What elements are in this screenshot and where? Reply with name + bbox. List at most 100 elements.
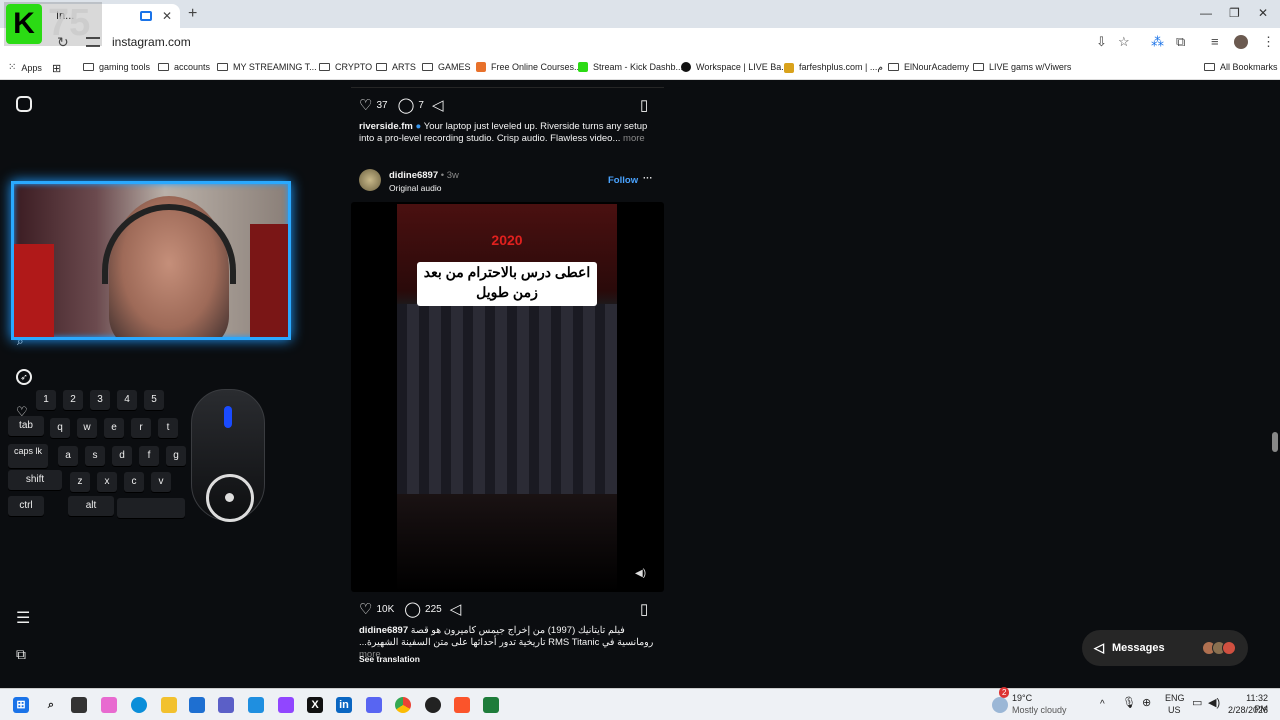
- also-from-meta-icon[interactable]: ⧉: [16, 646, 26, 663]
- microphone-icon[interactable]: 🎙: [1122, 698, 1136, 709]
- chrome-icon[interactable]: [395, 697, 411, 713]
- video-fade: [397, 494, 617, 592]
- bookmark-folder[interactable]: gaming tools: [83, 62, 150, 72]
- comment-icon[interactable]: ◯: [398, 96, 415, 114]
- teams-icon[interactable]: [218, 697, 234, 713]
- more-link[interactable]: more: [623, 133, 645, 144]
- file-explorer-icon[interactable]: [161, 697, 177, 713]
- minimize-button[interactable]: —: [1200, 6, 1212, 20]
- outlook-icon[interactable]: [248, 697, 264, 713]
- weather-icon[interactable]: [992, 697, 1008, 713]
- volume-icon[interactable]: ◀): [1208, 698, 1220, 709]
- keyboard-overlay: 1 2 3 4 5 tab q w e r t caps lk a s d f …: [0, 388, 200, 528]
- save-bookmark-icon[interactable]: ▯: [640, 600, 652, 618]
- audio-mute-icon[interactable]: ◀): [635, 568, 646, 579]
- bookmark-folder[interactable]: accounts: [158, 62, 210, 72]
- extensions-puzzle-icon[interactable]: ⧉: [1176, 34, 1185, 50]
- menu-kebab-icon[interactable]: ⋮: [1262, 34, 1275, 50]
- discord-icon[interactable]: [366, 697, 382, 713]
- bookmark-site[interactable]: Stream - Kick Dashb...: [578, 62, 683, 72]
- video-title: اعطى درس بالاحترام من بعد زمن طويل: [417, 262, 597, 306]
- reel-video[interactable]: 2020 اعطى درس بالاحترام من بعد زمن طويل …: [351, 202, 664, 592]
- audio-label[interactable]: Original audio: [389, 182, 441, 194]
- bookmark-folder[interactable]: GAMES: [422, 62, 471, 72]
- bookmark-star-icon[interactable]: ☆: [1118, 34, 1130, 50]
- caption-username[interactable]: riverside.fm: [359, 121, 413, 132]
- tab-groups-icon[interactable]: ⊞: [52, 62, 61, 75]
- scrollbar-thumb[interactable]: [1272, 432, 1278, 452]
- address-bar[interactable]: instagram.com: [78, 31, 1138, 53]
- explore-icon[interactable]: ➶: [16, 369, 32, 385]
- see-translation-link[interactable]: See translation: [359, 653, 420, 665]
- favicon-icon: [784, 62, 794, 73]
- close-tab-icon[interactable]: ✕: [162, 9, 172, 23]
- key: tab: [8, 416, 44, 436]
- background-red: [14, 244, 54, 337]
- show-hidden-icons-icon[interactable]: ^: [1100, 699, 1105, 710]
- media-control-icon[interactable]: ≡: [1211, 34, 1219, 49]
- display-icon[interactable]: ▭: [1192, 698, 1202, 709]
- key: e: [104, 418, 124, 438]
- x-icon[interactable]: X: [307, 697, 323, 713]
- post-username[interactable]: didine6897: [389, 170, 438, 181]
- instagram-logo-icon[interactable]: [16, 96, 32, 112]
- caption-username[interactable]: didine6897: [359, 625, 408, 636]
- key: 4: [117, 390, 137, 410]
- key: v: [151, 472, 171, 492]
- bookmark-folder[interactable]: CRYPTO: [319, 62, 372, 72]
- key: f: [139, 446, 159, 466]
- brave-icon[interactable]: [454, 697, 470, 713]
- apps-grid-icon: ⁙: [8, 62, 17, 73]
- avatar[interactable]: [359, 169, 381, 191]
- comment-icon[interactable]: ◯: [404, 600, 421, 618]
- key: 2: [63, 390, 83, 410]
- like-heart-icon[interactable]: ♡: [359, 600, 372, 618]
- tab-media-icon[interactable]: [139, 11, 152, 21]
- bookmark-folder[interactable]: MY STREAMING T...: [217, 62, 317, 72]
- tiktok-favicon-icon: [681, 62, 691, 72]
- install-app-icon[interactable]: ⇩: [1096, 34, 1107, 50]
- profile-avatar[interactable]: [1234, 35, 1248, 49]
- like-count: 37: [376, 99, 388, 111]
- bookmark-folder[interactable]: LIVE gams w/Viwers: [973, 62, 1071, 72]
- bookmark-site[interactable]: Workspace | LIVE Ba...: [681, 62, 789, 72]
- bookmark-folder[interactable]: ElNourAcademy: [888, 62, 969, 72]
- gaming-chair: [250, 224, 288, 337]
- copilot-icon[interactable]: [101, 697, 117, 713]
- extension-icon[interactable]: ⁂: [1151, 34, 1164, 50]
- share-icon[interactable]: ◁: [432, 96, 444, 114]
- key: r: [131, 418, 151, 438]
- bookmark-apps[interactable]: ⁙ Apps: [8, 62, 42, 73]
- task-view-icon[interactable]: [71, 697, 87, 713]
- language-code[interactable]: ENG: [1165, 693, 1185, 704]
- new-tab-button[interactable]: +: [188, 5, 197, 23]
- like-heart-icon[interactable]: ♡: [359, 96, 372, 114]
- network-icon[interactable]: ⊕: [1142, 698, 1151, 709]
- messages-label: Messages: [1112, 642, 1165, 654]
- like-count: 10K: [376, 603, 395, 615]
- share-icon[interactable]: ◁: [450, 600, 462, 618]
- close-window-button[interactable]: ✕: [1258, 6, 1268, 20]
- mouse-wheel: [224, 406, 232, 428]
- post-options-icon[interactable]: ···: [643, 173, 653, 185]
- messages-button[interactable]: ◁ Messages: [1082, 630, 1248, 666]
- more-menu-icon[interactable]: ☰: [16, 608, 30, 628]
- windows-start-icon[interactable]: ⊞: [13, 697, 29, 713]
- edge-icon[interactable]: [131, 697, 147, 713]
- twitch-icon[interactable]: [278, 697, 294, 713]
- obs-icon[interactable]: [425, 697, 441, 713]
- store-icon[interactable]: [189, 697, 205, 713]
- bookmark-site[interactable]: farfeshplus.com | ...م: [784, 62, 883, 73]
- excel-icon[interactable]: [483, 697, 499, 713]
- linkedin-icon[interactable]: in: [336, 697, 352, 713]
- all-bookmarks[interactable]: All Bookmarks: [1204, 62, 1278, 72]
- key: a: [58, 446, 78, 466]
- search-icon[interactable]: ⌕: [43, 697, 59, 713]
- restore-button[interactable]: ❐: [1229, 6, 1240, 20]
- post-divider: [351, 80, 664, 88]
- weather-temp: 19°C: [1012, 693, 1033, 703]
- follow-button[interactable]: Follow: [608, 175, 638, 187]
- bookmark-folder[interactable]: ARTS: [376, 62, 416, 72]
- bookmark-site[interactable]: Free Online Courses...: [476, 62, 582, 72]
- save-bookmark-icon[interactable]: ▯: [640, 96, 652, 114]
